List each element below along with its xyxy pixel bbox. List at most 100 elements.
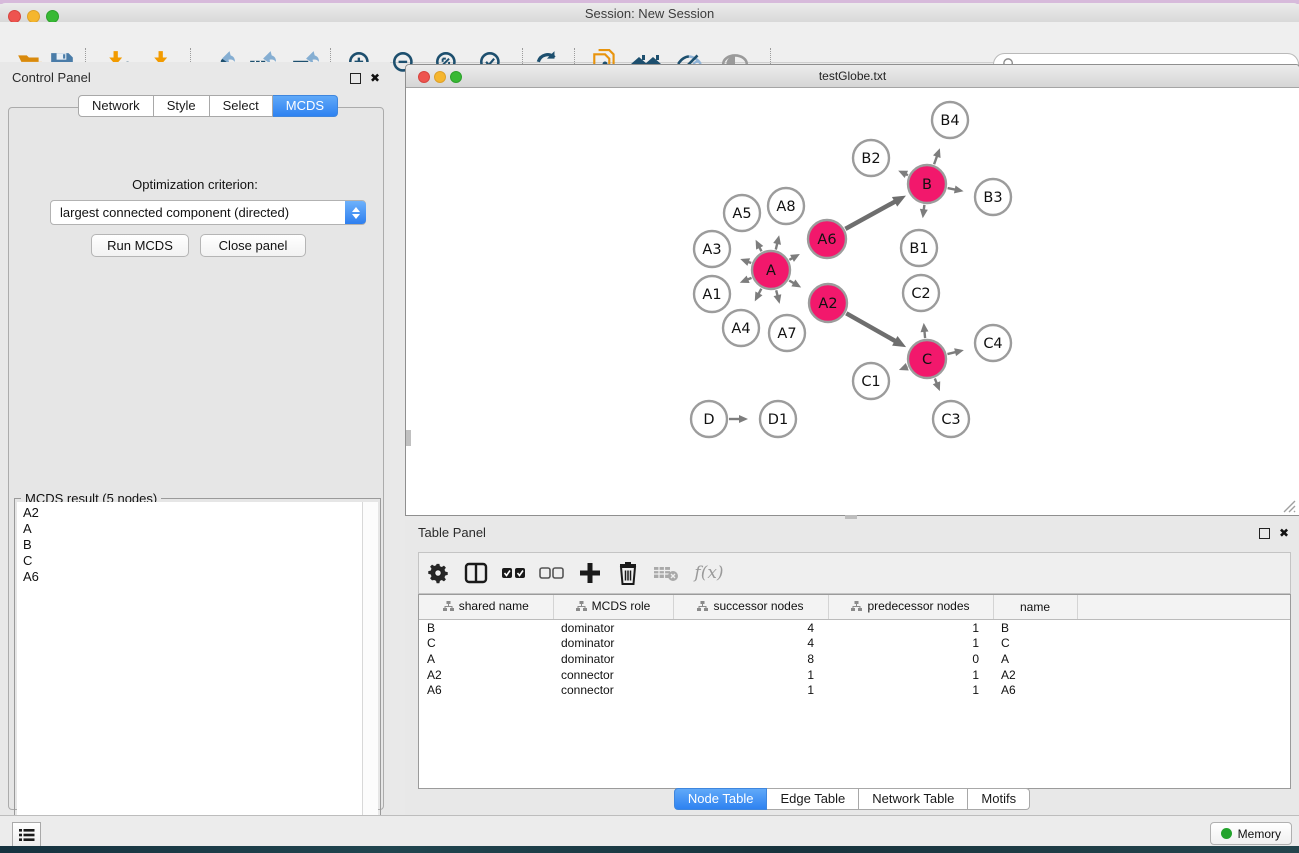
table-settings-icon[interactable] [419,556,457,590]
graph-node-C1[interactable]: C1 [853,363,889,399]
float-panel-icon[interactable] [350,73,361,84]
delete-table-icon[interactable] [647,556,685,590]
edge-A6-B[interactable] [845,200,897,229]
tab-edge-table[interactable]: Edge Table [767,788,859,810]
close-panel-icon[interactable]: ✖ [370,71,380,85]
column-view-icon[interactable] [457,556,495,590]
cell-shared-name[interactable]: B [419,620,553,636]
cell-predecessor-nodes[interactable]: 1 [828,636,993,652]
column-header-shared-name[interactable]: shared name [419,595,553,620]
network-canvas[interactable]: A A1 A2 A3 A4 A5 A6 A7 A8 B B1 B2 B3 B4 C C1 C2 C3 C4 D D1 [406,88,1297,514]
result-item[interactable]: B [23,537,362,553]
tab-style[interactable]: Style [154,95,210,117]
graph-node-B1[interactable]: B1 [901,230,937,266]
memory-status-icon [1221,828,1232,839]
cell-predecessor-nodes[interactable]: 1 [828,667,993,683]
cell-name[interactable]: B [993,620,1077,636]
select-all-icon[interactable] [495,556,533,590]
cell-name[interactable]: A [993,651,1077,667]
network-window-titlebar[interactable]: testGlobe.txt [406,65,1299,88]
graph-node-B2[interactable]: B2 [853,140,889,176]
canvas-scroll-nub[interactable] [406,430,411,446]
cell-predecessor-nodes[interactable]: 1 [828,620,993,636]
cell-successor-nodes[interactable]: 8 [673,651,828,667]
function-builder-icon[interactable]: f(x) [685,556,733,590]
graph-node-A1[interactable]: A1 [694,276,730,312]
cell-MCDS-role[interactable]: connector [553,682,673,698]
column-header-successor-nodes[interactable]: successor nodes [673,595,828,620]
graph-node-A3[interactable]: A3 [694,231,730,267]
window-titlebar[interactable]: Session: New Session [0,3,1299,23]
cell-name[interactable]: A2 [993,667,1077,683]
result-item[interactable]: A2 [23,505,362,521]
graph-node-A8[interactable]: A8 [768,188,804,224]
tab-mcds[interactable]: MCDS [273,95,338,117]
float-table-panel-icon[interactable] [1259,528,1270,539]
deselect-all-icon[interactable] [533,556,571,590]
graph-node-C2[interactable]: C2 [903,275,939,311]
cell-MCDS-role[interactable]: dominator [553,620,673,636]
tab-select[interactable]: Select [210,95,273,117]
cell-MCDS-role[interactable]: connector [553,667,673,683]
horizontal-scroll-nub[interactable] [845,515,857,519]
cell-successor-nodes[interactable]: 4 [673,636,828,652]
cell-shared-name[interactable]: A [419,651,553,667]
graph-node-D[interactable]: D [691,401,727,437]
add-column-icon[interactable] [571,556,609,590]
run-mcds-button[interactable]: Run MCDS [91,234,189,257]
tab-node-table[interactable]: Node Table [674,788,768,810]
result-item[interactable]: C [23,553,362,569]
cell-name[interactable]: A6 [993,682,1077,698]
graph-node-A6[interactable]: A6 [808,220,846,258]
close-panel-button[interactable]: Close panel [200,234,306,257]
cell-MCDS-role[interactable]: dominator [553,636,673,652]
result-scrollbar[interactable] [362,502,378,838]
graph-node-A5[interactable]: A5 [724,195,760,231]
cell-shared-name[interactable]: C [419,636,553,652]
tab-network-table[interactable]: Network Table [859,788,968,810]
tab-network[interactable]: Network [78,95,154,117]
table-row[interactable]: Bdominator41B [419,620,1290,636]
cell-predecessor-nodes[interactable]: 0 [828,651,993,667]
mcds-result-list[interactable]: A2ABCA6 [17,502,362,838]
show-panels-list-icon[interactable] [12,822,41,847]
cell-predecessor-nodes[interactable]: 1 [828,682,993,698]
graph-node-D1[interactable]: D1 [760,401,796,437]
graph-node-C3[interactable]: C3 [933,401,969,437]
cell-MCDS-role[interactable]: dominator [553,651,673,667]
graph-node-A2[interactable]: A2 [809,284,847,322]
graph-node-A7[interactable]: A7 [769,315,805,351]
table-row[interactable]: A2connector11A2 [419,667,1290,683]
memory-button[interactable]: Memory [1210,822,1292,845]
cell-successor-nodes[interactable]: 4 [673,620,828,636]
node-table[interactable]: shared nameMCDS rolesuccessor nodesprede… [418,594,1291,789]
column-header-MCDS-role[interactable]: MCDS role [553,595,673,620]
graph-node-C[interactable]: C [908,340,946,378]
network-graph[interactable]: A A1 A2 A3 A4 A5 A6 A7 A8 B B1 B2 B3 B4 C C1 C2 C3 C4 D D1 [406,88,1297,514]
cell-name[interactable]: C [993,636,1077,652]
edge-A2-C[interactable] [846,313,897,342]
column-header-name[interactable]: name [993,595,1077,620]
resize-grip-icon[interactable] [1281,498,1296,513]
graph-node-B4[interactable]: B4 [932,102,968,138]
table-row[interactable]: Cdominator41C [419,636,1290,652]
cell-shared-name[interactable]: A6 [419,682,553,698]
result-item[interactable]: A [23,521,362,537]
tab-motifs[interactable]: Motifs [968,788,1030,810]
criterion-dropdown[interactable]: largest connected component (directed) [50,200,366,225]
graph-node-A[interactable]: A [752,251,790,289]
graph-node-C4[interactable]: C4 [975,325,1011,361]
graph-node-B3[interactable]: B3 [975,179,1011,215]
cell-shared-name[interactable]: A2 [419,667,553,683]
close-table-panel-icon[interactable]: ✖ [1279,526,1289,540]
table-row[interactable]: A6connector11A6 [419,682,1290,698]
cell-successor-nodes[interactable]: 1 [673,667,828,683]
node-label: A8 [776,199,795,215]
result-item[interactable]: A6 [23,569,362,585]
graph-node-B[interactable]: B [908,165,946,203]
column-header-predecessor-nodes[interactable]: predecessor nodes [828,595,993,620]
table-row[interactable]: Adominator80A [419,651,1290,667]
delete-column-icon[interactable] [609,556,647,590]
graph-node-A4[interactable]: A4 [723,310,759,346]
cell-successor-nodes[interactable]: 1 [673,682,828,698]
